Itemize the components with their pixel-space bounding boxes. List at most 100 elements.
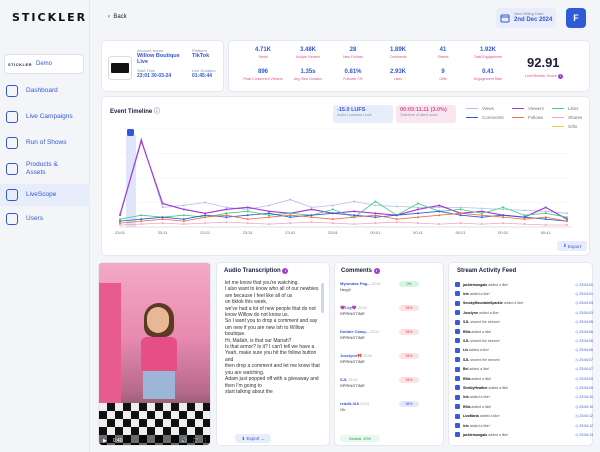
info-icon[interactable]: i [557, 74, 563, 79]
video-player[interactable]: ▶ 0:40 🔊 ⛶ ⋮ [98, 262, 211, 446]
comment-item: SJL 23:04 SPRINGTIME 34% [340, 377, 422, 388]
metric-label: Gifts [439, 77, 447, 81]
data-point [438, 223, 441, 226]
volume-icon[interactable]: 🔊 [181, 438, 187, 444]
activity-time: ◷ 23:04:03 [575, 311, 593, 315]
video-shorts [143, 371, 175, 399]
activity-time-text: 23:04:01 [579, 291, 593, 296]
nav-item-0[interactable]: Dashboard [0, 80, 90, 102]
comment-text: SPRINGTIME [340, 335, 365, 340]
data-point [268, 212, 270, 215]
legend-item[interactable]: Comments [466, 115, 504, 120]
activity-icon [455, 357, 460, 363]
livestream-score-label: LiveStream Score [525, 73, 557, 78]
data-point [502, 208, 505, 211]
clock-icon: ◷ [575, 385, 579, 390]
legend-item[interactable]: Viewers [512, 106, 544, 111]
transcript-export-button[interactable]: ⬇ Export ⌄ [235, 434, 271, 443]
data-point [544, 210, 547, 213]
activity-time-text: 23:04:06 [579, 348, 593, 353]
data-point [480, 212, 483, 215]
fullscreen-icon[interactable]: ⛶ [193, 438, 197, 444]
legend-item[interactable]: Follows [512, 115, 543, 120]
data-point [204, 212, 207, 215]
data-point [438, 210, 441, 213]
back-button[interactable]: ‹ Back [108, 14, 127, 20]
activity-time: ◷ 23:04:06 [575, 339, 593, 343]
clock-icon: ◷ [575, 395, 579, 400]
sidebar: STICKLER STICKLER Demo Dashboard Live Cam… [0, 0, 90, 452]
legend-item[interactable]: Likes [552, 106, 579, 111]
more-icon[interactable]: ⋮ [203, 438, 208, 444]
activity-time-text: 23:04:06 [579, 338, 593, 343]
activity-icon [455, 282, 460, 287]
nav-item-4[interactable]: LiveScope [0, 184, 90, 206]
data-point [395, 214, 398, 217]
data-point [246, 206, 249, 209]
data-point [119, 218, 121, 221]
comment-author: Myrandas Pag... [340, 281, 371, 286]
data-point [182, 223, 185, 226]
legend-item[interactable]: Shares [552, 115, 582, 120]
info-icon[interactable]: i [282, 268, 289, 274]
activity-feed-title: Stream Activity Feed [457, 268, 517, 274]
comment-text: SPRINGTIME [340, 383, 365, 388]
nav-item-label: Users [26, 215, 43, 222]
clock-icon: ◷ [575, 338, 579, 343]
sentiment-badge: 34% [399, 305, 419, 311]
data-point [119, 220, 121, 223]
activity-action: added a like! [469, 367, 490, 372]
data-point [204, 201, 207, 204]
nav-item-3[interactable]: Products & Assets [0, 158, 90, 180]
data-point [544, 212, 547, 215]
activity-icon [455, 394, 460, 400]
download-icon: ⬇ [241, 435, 246, 441]
activity-action: added a like! [469, 291, 490, 296]
comment-item: Dobbie Camp... 23:04 SPRINGTIME 34% [340, 329, 422, 340]
activity-time-text: 23:04:12 [579, 414, 593, 419]
clock-icon: ◷ [575, 404, 579, 409]
activity-user: SJL [463, 338, 470, 343]
metric-label: Avg View Duration [293, 77, 323, 81]
lufs-label: Audio Loudness Level [337, 113, 372, 117]
activity-time-text: 23:04:03 [579, 310, 593, 315]
activity-time: ◷ 23:04:06 [575, 330, 593, 334]
info-icon[interactable]: ⓘ [154, 109, 160, 115]
data-point [438, 214, 441, 217]
legend-label: Views [482, 106, 494, 111]
data-point [268, 204, 270, 207]
data-point [140, 220, 143, 223]
series-line-shares [119, 221, 567, 226]
legend-item[interactable]: Views [466, 106, 494, 111]
activity-time-text: 23:04:07 [579, 357, 593, 362]
play-icon[interactable]: ▶ [103, 438, 107, 444]
data-point [268, 223, 270, 226]
activity-action: added a like! [503, 301, 524, 306]
metric-value: 4.71K [254, 47, 271, 53]
activity-time-text: 23:04:07 [579, 367, 593, 372]
data-point [140, 223, 143, 226]
timeline-export-button[interactable]: ⬇ Export [557, 241, 587, 251]
metric-label: Total Engagement [473, 55, 503, 59]
data-point [417, 212, 419, 215]
metric-tile: 1.92K Total Engagement [466, 47, 510, 59]
data-point [502, 206, 505, 209]
avatar[interactable]: F [566, 8, 586, 28]
metrics-card: 4.71K Views 3.48K Unique Viewers 28 New Follo… [228, 40, 590, 92]
data-point [161, 216, 164, 219]
nav-item-1[interactable]: Live Campaigns [0, 106, 90, 128]
workspace-switcher[interactable]: STICKLER Demo [4, 54, 84, 74]
clock-icon: ◷ [575, 423, 579, 428]
activity-row: Rilla added a like! ◷ 23:04:10 [455, 402, 593, 411]
comment-time: 23:04 [360, 402, 370, 406]
account-name: Willow Boutique Live [137, 53, 180, 65]
nav-item-2[interactable]: Run of Shows [0, 132, 90, 154]
metric-tile: 4.71K Views [241, 47, 285, 59]
info-icon[interactable]: i [373, 268, 380, 274]
comment-time: 23:04 [363, 354, 372, 358]
activity-user: LizzMaria [463, 414, 479, 419]
data-point [459, 222, 462, 225]
campaign-icon [6, 111, 18, 123]
transcript-scrollbar[interactable] [321, 283, 324, 313]
nav-item-5[interactable]: Users [0, 208, 90, 230]
